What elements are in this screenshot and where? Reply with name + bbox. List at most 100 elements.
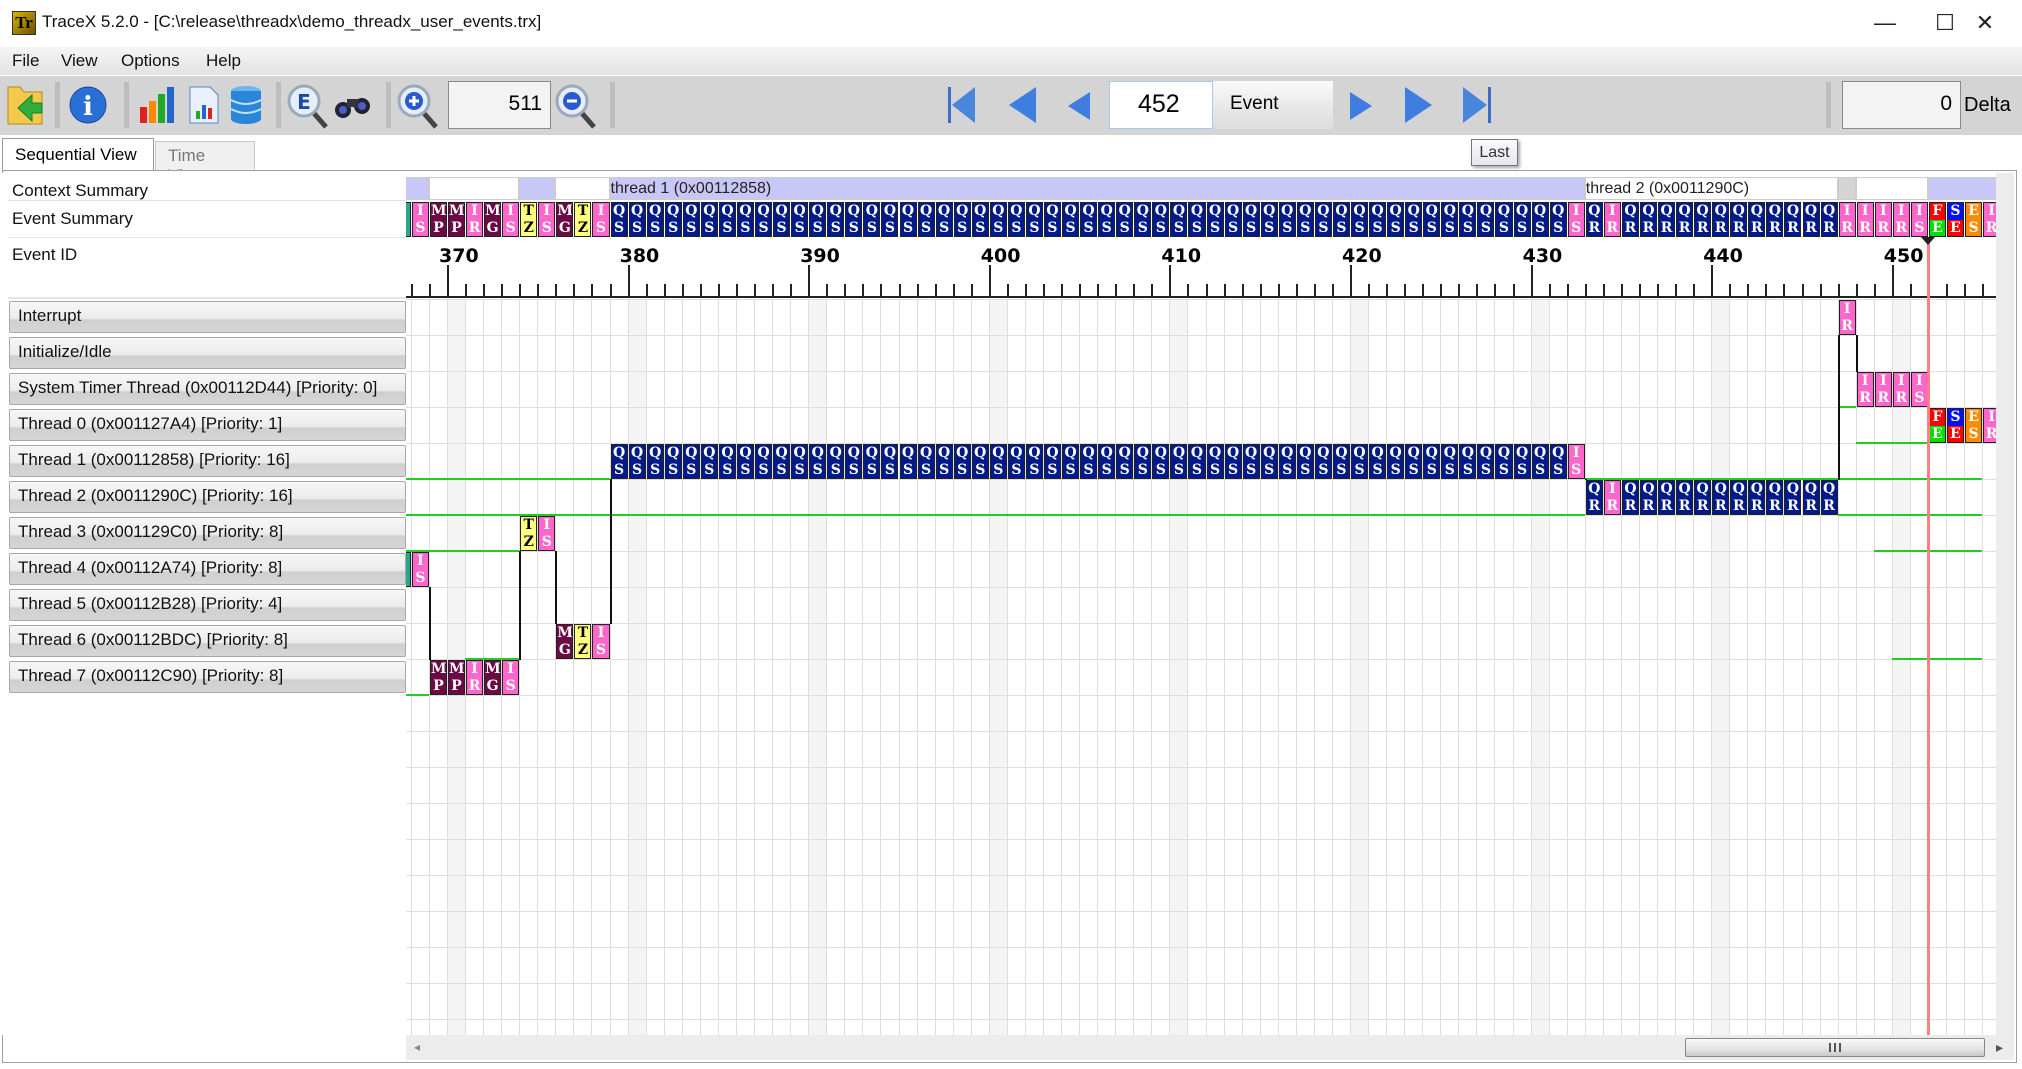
event-block[interactable]: QR — [1766, 480, 1783, 515]
next-event-button[interactable] — [1346, 84, 1376, 128]
last-event-button[interactable] — [1460, 80, 1496, 130]
event-block[interactable]: IR — [466, 660, 483, 695]
event-summary-cell[interactable]: QS — [719, 202, 736, 237]
open-file-button[interactable] — [4, 80, 48, 130]
event-summary-cell[interactable]: IR — [1857, 202, 1874, 237]
event-summary-cell[interactable]: QS — [647, 202, 664, 237]
event-block[interactable]: IS — [592, 624, 609, 659]
event-block[interactable]: QS — [1008, 444, 1025, 479]
event-number-input[interactable]: 452 — [1109, 81, 1213, 129]
event-block[interactable]: QS — [1333, 444, 1350, 479]
context-segment[interactable] — [555, 177, 609, 200]
event-block[interactable]: QS — [1387, 444, 1404, 479]
zoom-in-button[interactable] — [396, 81, 442, 131]
event-block[interactable]: QS — [1116, 444, 1133, 479]
event-block[interactable]: IS — [502, 660, 519, 695]
sequential-timeline[interactable]: thread 1 (0x00112858)thread 2 (0x0011290… — [406, 173, 1996, 1035]
event-summary-cell[interactable]: QS — [683, 202, 700, 237]
event-summary-cell[interactable]: QR — [1784, 202, 1801, 237]
event-block[interactable]: QS — [1225, 444, 1242, 479]
event-summary-cell[interactable]: QS — [665, 202, 682, 237]
event-block[interactable]: IS — [538, 516, 555, 551]
database-button[interactable] — [226, 81, 266, 129]
event-block[interactable]: QS — [1062, 444, 1079, 479]
event-block[interactable]: QS — [1243, 444, 1260, 479]
lane-label-9[interactable]: Thread 6 (0x00112BDC) [Priority: 8] — [9, 625, 406, 657]
event-summary-cell[interactable]: QS — [791, 202, 808, 237]
event-block[interactable]: QR — [1586, 480, 1603, 515]
report-button[interactable] — [184, 81, 224, 129]
event-block[interactable]: QR — [1676, 480, 1693, 515]
event-block[interactable]: QS — [1170, 444, 1187, 479]
event-block[interactable]: QS — [1134, 444, 1151, 479]
event-summary-cell[interactable]: QS — [701, 202, 718, 237]
statistics-button[interactable] — [136, 81, 178, 129]
event-summary-cell[interactable]: MG — [484, 202, 501, 237]
event-summary-cell[interactable]: QS — [1315, 202, 1332, 237]
event-summary-cell[interactable]: QS — [863, 202, 880, 237]
event-block[interactable]: QS — [1351, 444, 1368, 479]
event-summary-cell[interactable]: IR — [1983, 202, 1996, 237]
event-block[interactable]: IR — [1857, 372, 1874, 407]
delta-input[interactable]: 0 — [1842, 81, 1961, 129]
event-summary-cell[interactable]: QS — [1333, 202, 1350, 237]
vertical-scrollbar[interactable] — [1996, 173, 2014, 1035]
event-summary-cell[interactable]: QS — [1550, 202, 1567, 237]
event-block[interactable]: QS — [665, 444, 682, 479]
event-block[interactable]: SE — [1947, 408, 1964, 443]
event-summary-cell[interactable]: QS — [1152, 202, 1169, 237]
event-block[interactable]: QS — [1459, 444, 1476, 479]
event-block[interactable]: QR — [1658, 480, 1675, 515]
event-block[interactable]: IR — [1893, 372, 1910, 407]
event-summary-cell[interactable]: MP — [430, 202, 447, 237]
event-summary-cell[interactable]: QS — [1170, 202, 1187, 237]
event-summary-cell[interactable]: QS — [1207, 202, 1224, 237]
event-block[interactable]: QS — [737, 444, 754, 479]
event-block[interactable]: MP — [430, 660, 447, 695]
menu-file[interactable]: File — [12, 51, 39, 71]
event-block[interactable]: TZ — [520, 516, 537, 551]
event-summary-cell[interactable]: IS — [1568, 202, 1585, 237]
event-summary-cell[interactable]: IS — [412, 202, 429, 237]
event-block[interactable]: QR — [1694, 480, 1711, 515]
event-summary-cell[interactable]: QS — [1188, 202, 1205, 237]
event-block[interactable]: QS — [1514, 444, 1531, 479]
event-block[interactable]: QS — [1315, 444, 1332, 479]
event-block[interactable]: IR — [1604, 480, 1621, 515]
scroll-left-icon[interactable]: ◂ — [414, 1040, 420, 1054]
event-summary-cell[interactable]: QS — [1225, 202, 1242, 237]
event-summary-cell[interactable]: QS — [773, 202, 790, 237]
event-block[interactable]: QS — [1261, 444, 1278, 479]
event-summary-cell[interactable]: QS — [845, 202, 862, 237]
previous-page-button[interactable] — [1005, 80, 1039, 130]
event-summary-cell[interactable]: FE — [1929, 202, 1946, 237]
event-summary-cell[interactable]: QS — [881, 202, 898, 237]
event-block[interactable]: QR — [1730, 480, 1747, 515]
event-summary-cell[interactable]: IS — [592, 202, 609, 237]
event-block[interactable]: QR — [1622, 480, 1639, 515]
event-summary-cell[interactable]: IS — [538, 202, 555, 237]
lane-label-7[interactable]: Thread 4 (0x00112A74) [Priority: 8] — [9, 553, 406, 585]
current-event-cursor[interactable] — [1927, 237, 1930, 1035]
event-block[interactable]: QS — [1152, 444, 1169, 479]
event-summary-cell[interactable]: QS — [1080, 202, 1097, 237]
lane-label-8[interactable]: Thread 5 (0x00112B28) [Priority: 4] — [9, 589, 406, 621]
lane-label-2[interactable]: System Timer Thread (0x00112D44) [Priori… — [9, 373, 406, 405]
event-summary-cell[interactable]: QS — [629, 202, 646, 237]
lane-label-0[interactable]: Interrupt — [9, 301, 406, 333]
event-block[interactable]: IR — [1983, 408, 1996, 443]
event-summary-cell[interactable]: IR — [1875, 202, 1892, 237]
context-segment[interactable]: thread 1 (0x00112858) — [610, 177, 1585, 200]
close-button[interactable]: ✕ — [1955, 0, 2015, 46]
event-summary-cell[interactable]: MG — [556, 202, 573, 237]
lane-label-3[interactable]: Thread 0 (0x001127A4) [Priority: 1] — [9, 409, 406, 441]
event-summary-cell[interactable]: IR — [466, 202, 483, 237]
event-summary-cell[interactable]: QS — [1441, 202, 1458, 237]
find-event-button[interactable]: E — [286, 81, 332, 131]
event-summary-cell[interactable]: QS — [1008, 202, 1025, 237]
event-summary-cell[interactable]: QS — [972, 202, 989, 237]
event-block[interactable]: QS — [863, 444, 880, 479]
event-summary-cell[interactable]: QS — [1297, 202, 1314, 237]
event-block[interactable]: QS — [1477, 444, 1494, 479]
info-button[interactable]: i — [66, 81, 110, 129]
